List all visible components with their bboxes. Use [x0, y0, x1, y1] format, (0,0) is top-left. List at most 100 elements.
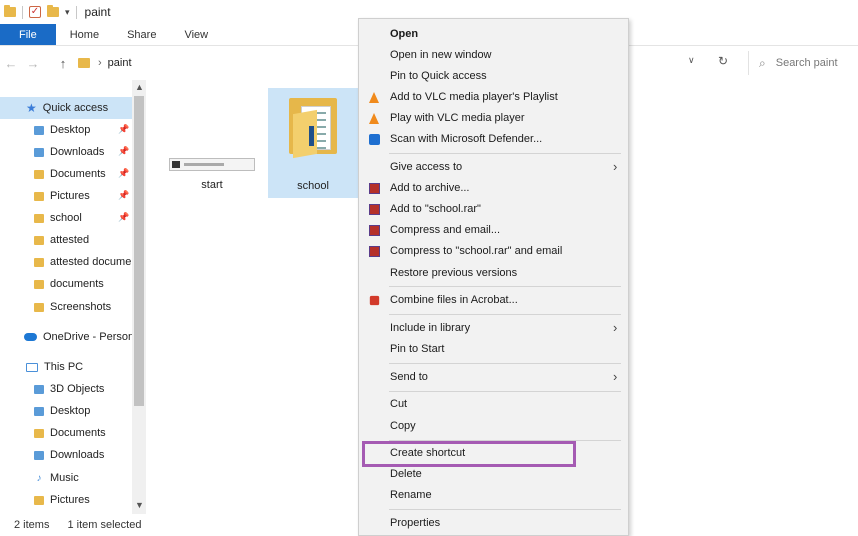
menu-item-label: Pin to Start [390, 343, 445, 355]
music-icon: ♪ [36, 472, 42, 484]
sidebar-item-pc-downloads[interactable]: Downloads [0, 444, 132, 466]
sidebar-item-this-pc[interactable]: This PC [0, 356, 132, 378]
folder-icon [34, 302, 44, 312]
search-icon: ⌕ [759, 55, 766, 70]
tab-share[interactable]: Share [113, 24, 170, 45]
menu-item-vlc-playlist[interactable]: Add to VLC media player's Playlist [359, 87, 628, 108]
sidebar-item-school[interactable]: school 📌 [0, 207, 132, 229]
sidebar-item-attested-documents[interactable]: attested docume [0, 251, 132, 273]
menu-item-label: Scan with Microsoft Defender... [390, 133, 543, 145]
menu-item-add-archive[interactable]: Add to archive... [359, 178, 628, 199]
cloud-icon [24, 333, 37, 341]
window-title: paint [84, 5, 111, 19]
menu-item-restore-versions[interactable]: Restore previous versions [359, 263, 628, 284]
menu-item-include-library[interactable]: Include in library › [359, 318, 628, 339]
menu-item-send-to[interactable]: Send to › [359, 367, 628, 388]
new-folder-icon[interactable] [47, 5, 59, 17]
shield-icon [369, 134, 380, 145]
menu-item-compress-email[interactable]: Compress and email... [359, 220, 628, 241]
properties-check-icon[interactable]: ✓ [29, 6, 41, 18]
menu-item-label: Compress and email... [390, 224, 501, 236]
chevron-down-icon[interactable]: ∨ [688, 55, 695, 66]
tab-file[interactable]: File [0, 24, 56, 45]
folder-icon [34, 279, 44, 289]
forward-arrow-icon[interactable]: → [22, 56, 44, 71]
sidebar-item-label: attested [50, 234, 90, 246]
menu-item-pin-quick-access[interactable]: Pin to Quick access [359, 66, 628, 87]
menu-item-label: Add to VLC media player's Playlist [390, 91, 558, 103]
file-name: start [201, 179, 223, 191]
menu-divider [389, 286, 621, 287]
sidebar-item-documents-folder[interactable]: documents [0, 273, 132, 295]
address-path[interactable]: paint [108, 57, 132, 69]
pin-icon: 📌 [118, 190, 130, 200]
menu-item-label: Add to archive... [390, 182, 470, 194]
menu-item-defender[interactable]: Scan with Microsoft Defender... [359, 129, 628, 150]
refresh-icon[interactable]: ↻ [718, 54, 728, 68]
search-placeholder: Search paint [775, 57, 838, 69]
menu-divider [389, 153, 621, 154]
sidebar-item-attested[interactable]: attested [0, 229, 132, 251]
vlc-cone-icon [369, 92, 379, 103]
menu-item-properties[interactable]: Properties [359, 513, 628, 534]
menu-item-combine-acrobat[interactable]: Combine files in Acrobat... [359, 290, 628, 311]
sidebar-item-music[interactable]: ♪ Music [0, 467, 132, 489]
menu-item-delete[interactable]: Delete [359, 464, 628, 485]
folder-item-school[interactable]: school [268, 88, 358, 198]
scrollbar-thumb[interactable] [134, 96, 144, 406]
sidebar-item-label: Music [50, 472, 79, 484]
folder-icon [34, 213, 44, 223]
tab-home[interactable]: Home [56, 24, 113, 45]
menu-item-label: Properties [390, 517, 441, 529]
menu-item-rename[interactable]: Rename [359, 485, 628, 506]
menu-item-pin-start[interactable]: Pin to Start [359, 339, 628, 360]
menu-item-copy[interactable]: Copy [359, 416, 628, 437]
pin-icon: 📌 [118, 124, 130, 134]
up-arrow-icon[interactable]: ↑ [52, 56, 74, 71]
file-item-start[interactable]: start [166, 158, 258, 198]
sidebar-item-label: Desktop [50, 405, 91, 417]
sidebar-item-downloads[interactable]: Downloads 📌 [0, 141, 132, 163]
image-thumbnail [169, 158, 255, 171]
sidebar-item-label: Screenshots [50, 301, 112, 313]
navigation-scrollbar[interactable]: ▲ ▼ [132, 80, 146, 514]
menu-item-label: Open [390, 28, 419, 40]
tab-view[interactable]: View [170, 24, 222, 45]
menu-item-add-rar[interactable]: Add to "school.rar" [359, 199, 628, 220]
sidebar-item-pc-desktop[interactable]: Desktop [0, 400, 132, 422]
sidebar-item-onedrive[interactable]: OneDrive - Person [0, 326, 132, 348]
menu-item-open-new-window[interactable]: Open in new window [359, 45, 628, 66]
back-arrow-icon[interactable]: ← [0, 56, 22, 71]
star-icon: ★ [26, 101, 37, 115]
sidebar-item-screenshots[interactable]: Screenshots [0, 296, 132, 318]
scroll-down-icon[interactable]: ▼ [135, 500, 144, 510]
sidebar-item-3d-objects[interactable]: 3D Objects [0, 378, 132, 400]
menu-item-compress-rar-email[interactable]: Compress to "school.rar" and email [359, 241, 628, 262]
search-input[interactable]: ⌕ Search paint [748, 51, 858, 75]
sidebar-item-documents[interactable]: Documents 📌 [0, 163, 132, 185]
sidebar-item-pictures[interactable]: Pictures 📌 [0, 185, 132, 207]
menu-item-label: Copy [390, 420, 416, 432]
menu-item-label: Open in new window [390, 49, 492, 61]
acrobat-icon [369, 295, 380, 306]
sidebar-item-label: documents [50, 278, 104, 290]
winrar-icon [369, 246, 380, 257]
sidebar-item-pc-pictures[interactable]: Pictures [0, 489, 132, 511]
sidebar-item-pc-documents[interactable]: Documents [0, 422, 132, 444]
menu-item-label: Play with VLC media player [390, 112, 525, 124]
highlight-box [362, 441, 576, 467]
scroll-up-icon[interactable]: ▲ [135, 82, 144, 92]
sidebar-item-label: Desktop [50, 124, 91, 136]
sidebar-item-desktop[interactable]: Desktop 📌 [0, 119, 132, 141]
menu-item-cut[interactable]: Cut [359, 394, 628, 415]
sidebar-item-label: Downloads [50, 146, 105, 158]
menu-item-give-access[interactable]: Give access to › [359, 157, 628, 178]
menu-item-label: Pin to Quick access [390, 70, 487, 82]
sidebar-item-label: school [50, 212, 82, 224]
customize-toolbar-chevron-icon[interactable]: ▾ [65, 7, 70, 18]
sidebar-item-quick-access[interactable]: ★ Quick access [0, 97, 132, 119]
menu-item-open[interactable]: Open [359, 24, 628, 45]
chevron-right-icon[interactable]: › [98, 57, 102, 69]
menu-item-vlc-play[interactable]: Play with VLC media player [359, 108, 628, 129]
menu-item-label: Give access to [390, 161, 463, 173]
